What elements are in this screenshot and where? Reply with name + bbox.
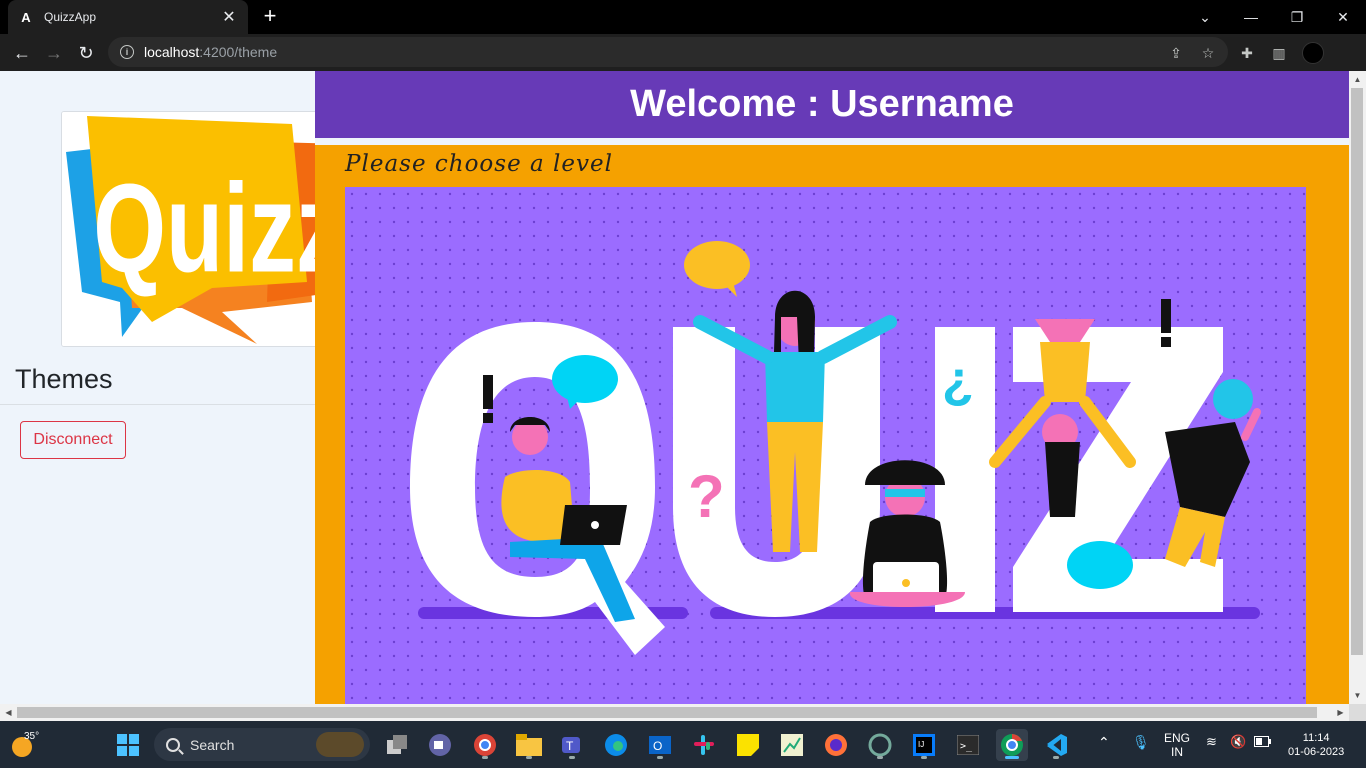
url-host: localhost [144,44,200,60]
battery-icon[interactable] [1254,736,1272,751]
temperature: 35° [24,731,40,742]
terminal-icon[interactable]: >_ [952,729,984,761]
start-icon[interactable] [112,729,144,761]
svg-text:¿: ¿ [942,351,974,409]
extensions-icon[interactable]: ✚ [1236,42,1258,64]
profile-avatar[interactable] [1302,42,1324,64]
tab-search-icon[interactable]: ⌄ [1182,0,1228,34]
edge-icon[interactable] [600,729,632,761]
scroll-left-icon[interactable]: ◀ [0,704,17,721]
lang-code: ENG [1164,731,1191,745]
browser-tab[interactable]: A QuizzApp ✕ [8,0,248,34]
windows-taskbar: 35° Search T O IJ >_ ⌃ 🎙 ENG IN ≋ 🔇 11:1… [0,721,1366,768]
wifi-icon[interactable]: ≋ [1206,735,1217,749]
welcome-header: Welcome : Username [315,71,1349,138]
teams-icon[interactable]: T [556,729,588,761]
volume-muted-icon[interactable]: 🔇 [1230,735,1246,749]
firefox-icon[interactable] [820,729,852,761]
main-content: Welcome : Username Please choose a level [315,71,1349,704]
browser-toolbar: ← → ↻ i localhost:4200/theme ⇪ ☆ ✚ ▥ [0,34,1366,71]
clock[interactable]: 11:14 01-06-2023 [1288,731,1344,759]
scroll-right-icon[interactable]: ▶ [1332,704,1349,721]
slack-icon[interactable] [688,729,720,761]
horizontal-scroll-thumb[interactable] [17,707,1317,718]
quiz-illustration: ? ¿ [345,187,1306,704]
header-spacer [315,138,1349,145]
lang-region: IN [1171,745,1183,759]
close-tab-icon[interactable]: ✕ [220,7,238,27]
quizz-logo: Quizz [61,111,351,347]
sidebar-divider [0,404,315,405]
angular-icon: A [21,9,31,25]
weather-widget[interactable]: 35° [10,731,40,757]
taskbar-search[interactable]: Search [154,728,370,761]
browser-tabbar: A QuizzApp ✕ + ⌄ — ❐ ✕ [0,0,1366,34]
chart-app-icon[interactable] [776,729,808,761]
meet-icon[interactable] [424,729,456,761]
sticky-notes-icon[interactable] [732,729,764,761]
search-label: Search [190,736,235,753]
chrome-icon[interactable] [996,729,1028,761]
scroll-down-icon[interactable]: ▼ [1349,687,1366,704]
new-tab-button[interactable]: + [258,4,282,28]
svg-text:O: O [653,739,662,753]
choose-level-text: Please choose a level [345,151,613,177]
logo-text: Quizz [93,158,343,299]
svg-text:>_: >_ [960,741,973,752]
tray-expand-icon[interactable]: ⌃ [1098,735,1110,749]
forward-icon[interactable]: → [40,39,68,67]
svg-text:IJ: IJ [918,740,924,749]
close-window-button[interactable]: ✕ [1320,0,1366,34]
file-explorer-icon[interactable] [513,729,545,761]
outlook-icon[interactable]: O [644,729,676,761]
horizontal-scrollbar[interactable]: ◀ ▶ [0,704,1349,721]
site-info-icon[interactable]: i [120,45,134,59]
chrome-profile-icon[interactable] [469,729,501,761]
task-view-icon[interactable] [382,729,414,761]
scrollbar-corner [1349,704,1366,721]
clock-date: 01-06-2023 [1288,746,1345,758]
clock-time: 11:14 [1302,732,1330,744]
vertical-scrollbar[interactable]: ▲ ▼ [1349,71,1366,704]
disconnect-button[interactable]: Disconnect [20,421,126,459]
intellij-icon[interactable]: IJ [908,729,940,761]
back-icon[interactable]: ← [8,39,36,67]
side-panel-icon[interactable]: ▥ [1268,42,1290,64]
svg-text:T: T [566,739,574,753]
url-path: :4200/theme [199,44,278,60]
language-indicator[interactable]: ENG IN [1164,731,1190,759]
chatgpt-icon[interactable] [864,729,896,761]
bookmark-star-icon[interactable]: ☆ [1197,42,1219,64]
address-bar[interactable]: i localhost:4200/theme [108,37,1228,67]
share-icon[interactable]: ⇪ [1165,42,1187,64]
vscode-icon[interactable] [1040,729,1072,761]
restore-button[interactable]: ❐ [1274,0,1320,34]
vertical-scroll-thumb[interactable] [1351,88,1363,655]
page-viewport: Quizz Themes Disconnect Welcome : Userna… [0,71,1349,704]
scroll-up-icon[interactable]: ▲ [1349,71,1366,88]
minimize-button[interactable]: — [1228,0,1274,34]
themes-heading: Themes [15,364,113,394]
search-highlight-icon [316,732,364,757]
search-icon [166,737,180,752]
svg-text:?: ? [688,463,725,530]
microphone-icon[interactable]: 🎙 [1132,735,1150,749]
reload-icon[interactable]: ↻ [72,39,100,67]
tab-title: QuizzApp [44,10,97,24]
